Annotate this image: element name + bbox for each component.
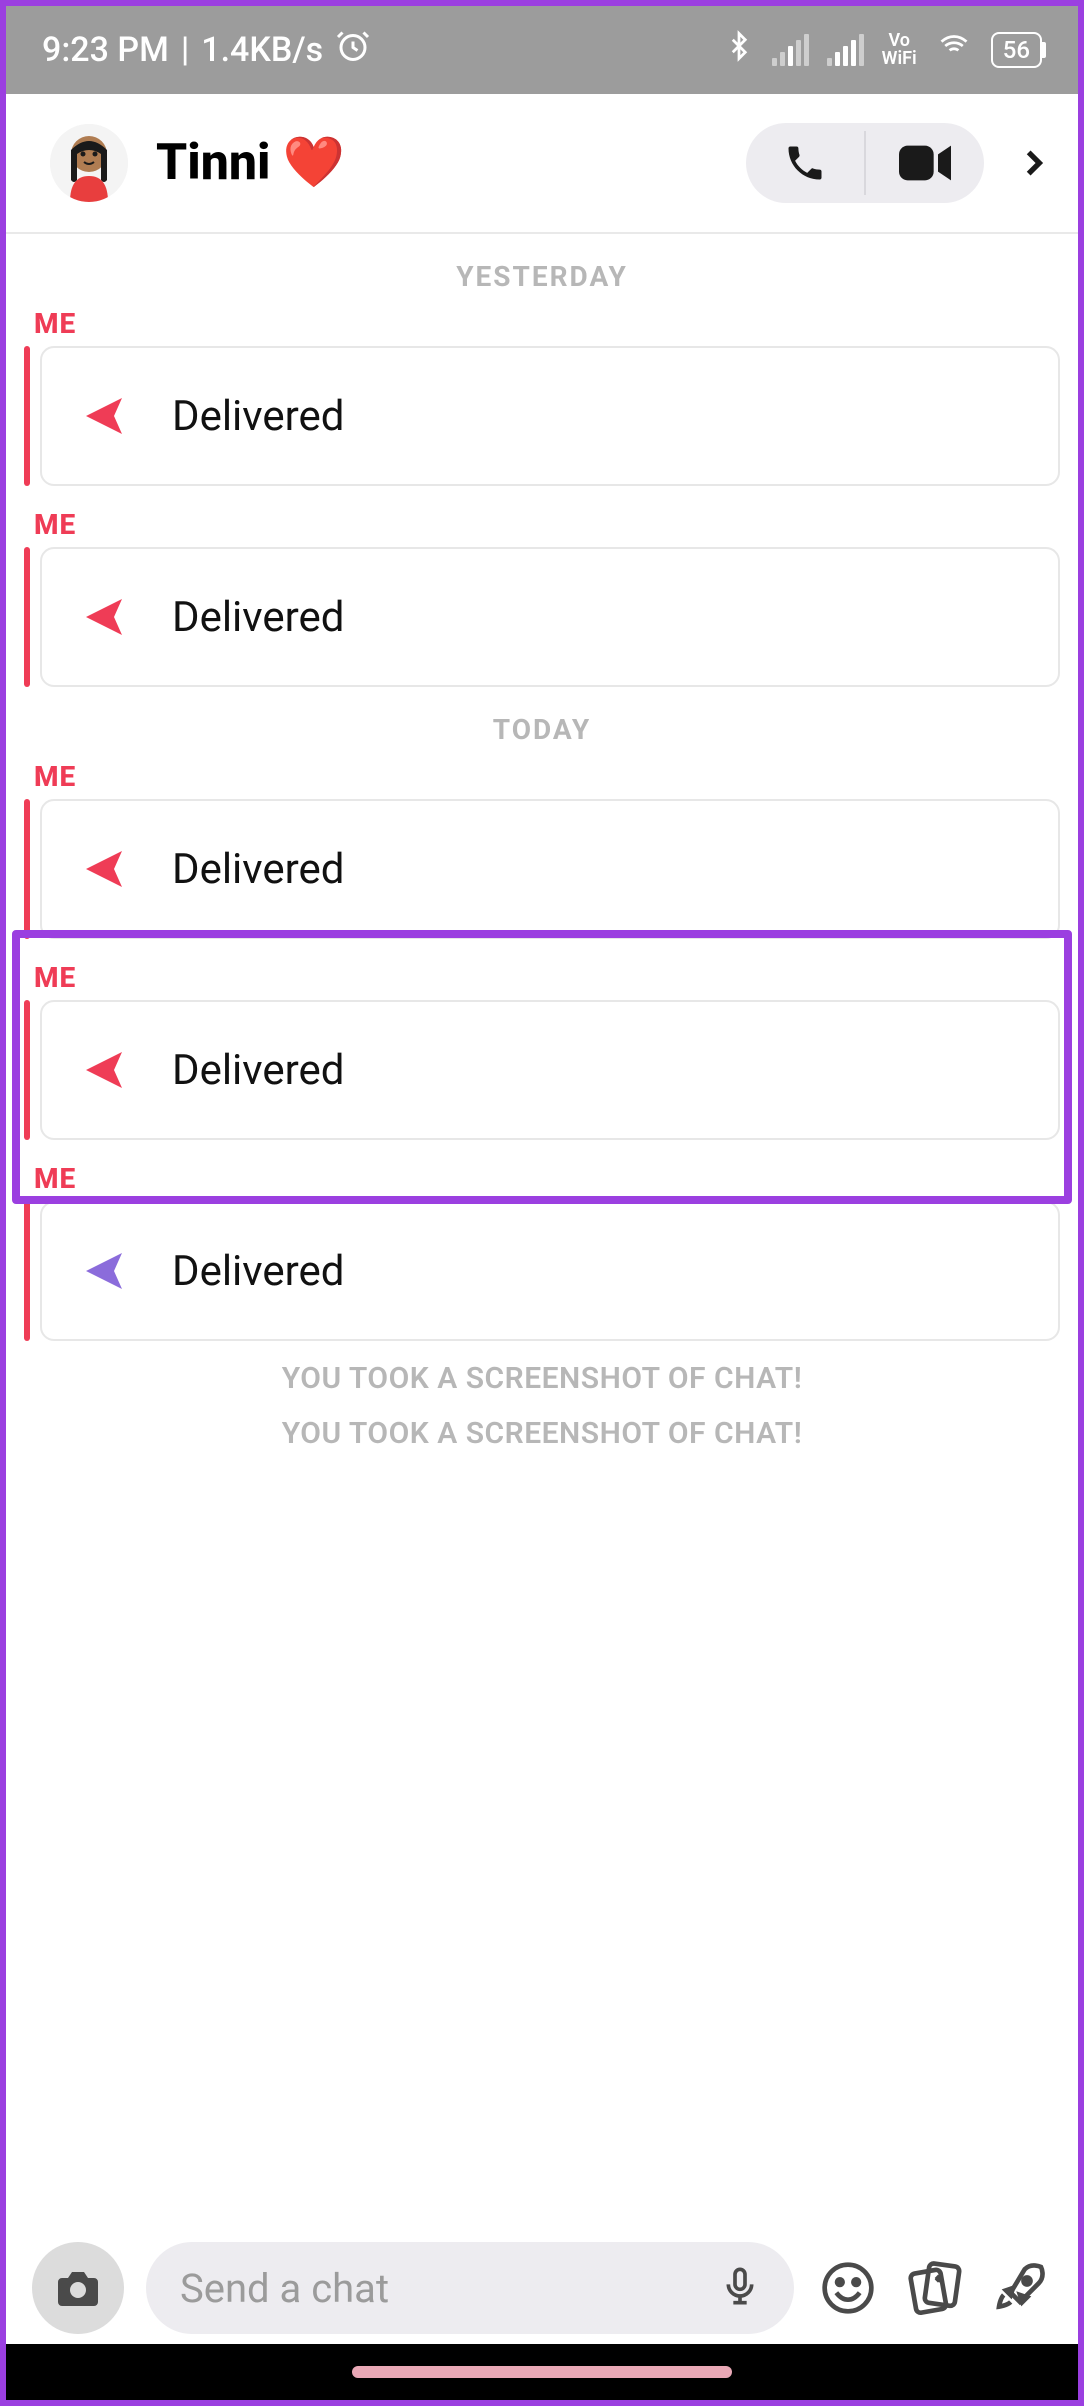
- wifi-icon: [935, 30, 973, 70]
- message-snap[interactable]: Delivered: [40, 1000, 1060, 1140]
- chat-header: Tinni ❤️: [6, 94, 1078, 234]
- heart-icon: ❤️: [283, 134, 345, 192]
- date-separator-yesterday: YESTERDAY: [6, 234, 1078, 303]
- sender-label: ME: [34, 961, 1060, 994]
- chat-footer: Send a chat: [6, 2232, 1078, 2344]
- message-group: ME Delivered: [6, 1162, 1078, 1341]
- gallery-button[interactable]: [902, 2256, 966, 2320]
- chat-input-placeholder: Send a chat: [180, 2265, 389, 2312]
- bluetooth-icon: [724, 27, 754, 74]
- chevron-right-icon[interactable]: [1014, 137, 1054, 189]
- chat-input[interactable]: Send a chat: [146, 2242, 794, 2334]
- contact-name-text: Tinni: [156, 134, 271, 192]
- snap-status: Delivered: [172, 845, 344, 894]
- snap-status: Delivered: [172, 1046, 344, 1095]
- home-indicator[interactable]: [352, 2366, 732, 2378]
- message-group: ME Delivered: [6, 307, 1078, 486]
- status-right: Vo WiFi 56: [724, 27, 1042, 74]
- alarm-icon: [335, 28, 371, 73]
- message-group: ME Delivered: [6, 760, 1078, 939]
- nav-bar: [6, 2344, 1078, 2400]
- snap-status: Delivered: [172, 392, 344, 441]
- video-call-button[interactable]: [866, 123, 984, 203]
- sent-snap-icon: [80, 392, 128, 440]
- message-snap[interactable]: Delivered: [40, 1201, 1060, 1341]
- sent-snap-icon: [80, 845, 128, 893]
- sent-snap-icon: [80, 1247, 128, 1295]
- sender-accent-bar: [24, 346, 30, 486]
- sender-accent-bar: [24, 799, 30, 939]
- message-snap[interactable]: Delivered: [40, 346, 1060, 486]
- status-datarate: 1.4KB/s: [201, 30, 323, 70]
- signal-bars-1: [772, 34, 809, 66]
- camera-button[interactable]: [32, 2242, 124, 2334]
- status-left: 9:23 PM | 1.4KB/s: [42, 28, 371, 73]
- audio-call-button[interactable]: [746, 123, 864, 203]
- sent-snap-icon: [80, 593, 128, 641]
- date-separator-today: TODAY: [6, 687, 1078, 756]
- battery-indicator: 56: [991, 32, 1042, 68]
- vowifi-icon: Vo WiFi: [882, 32, 917, 68]
- message-group: ME Delivered: [6, 508, 1078, 687]
- rocket-button[interactable]: [988, 2256, 1052, 2320]
- system-message: YOU TOOK A SCREENSHOT OF CHAT!: [6, 1341, 1078, 1416]
- call-pill: [746, 123, 984, 203]
- status-bar: 9:23 PM | 1.4KB/s Vo WiFi 56: [6, 6, 1078, 94]
- contact-name[interactable]: Tinni ❤️: [156, 134, 746, 192]
- avatar[interactable]: [50, 124, 128, 202]
- emoji-button[interactable]: [816, 2256, 880, 2320]
- message-snap[interactable]: Delivered: [40, 799, 1060, 939]
- message-group: ME Delivered: [6, 961, 1078, 1140]
- sender-label: ME: [34, 307, 1060, 340]
- sender-label: ME: [34, 508, 1060, 541]
- status-sep: |: [181, 30, 189, 70]
- status-time: 9:23 PM: [42, 30, 169, 70]
- sender-accent-bar: [24, 1000, 30, 1140]
- sender-label: ME: [34, 760, 1060, 793]
- snap-status: Delivered: [172, 593, 344, 642]
- system-message: YOU TOOK A SCREENSHOT OF CHAT!: [6, 1416, 1078, 1471]
- sender-label: ME: [34, 1162, 1060, 1195]
- snap-status: Delivered: [172, 1247, 344, 1296]
- microphone-icon[interactable]: [720, 2260, 760, 2316]
- app-frame: 9:23 PM | 1.4KB/s Vo WiFi 56: [0, 0, 1084, 2406]
- message-snap[interactable]: Delivered: [40, 547, 1060, 687]
- sent-snap-icon: [80, 1046, 128, 1094]
- sender-accent-bar: [24, 547, 30, 687]
- signal-bars-2: [827, 34, 864, 66]
- sender-accent-bar: [24, 1201, 30, 1341]
